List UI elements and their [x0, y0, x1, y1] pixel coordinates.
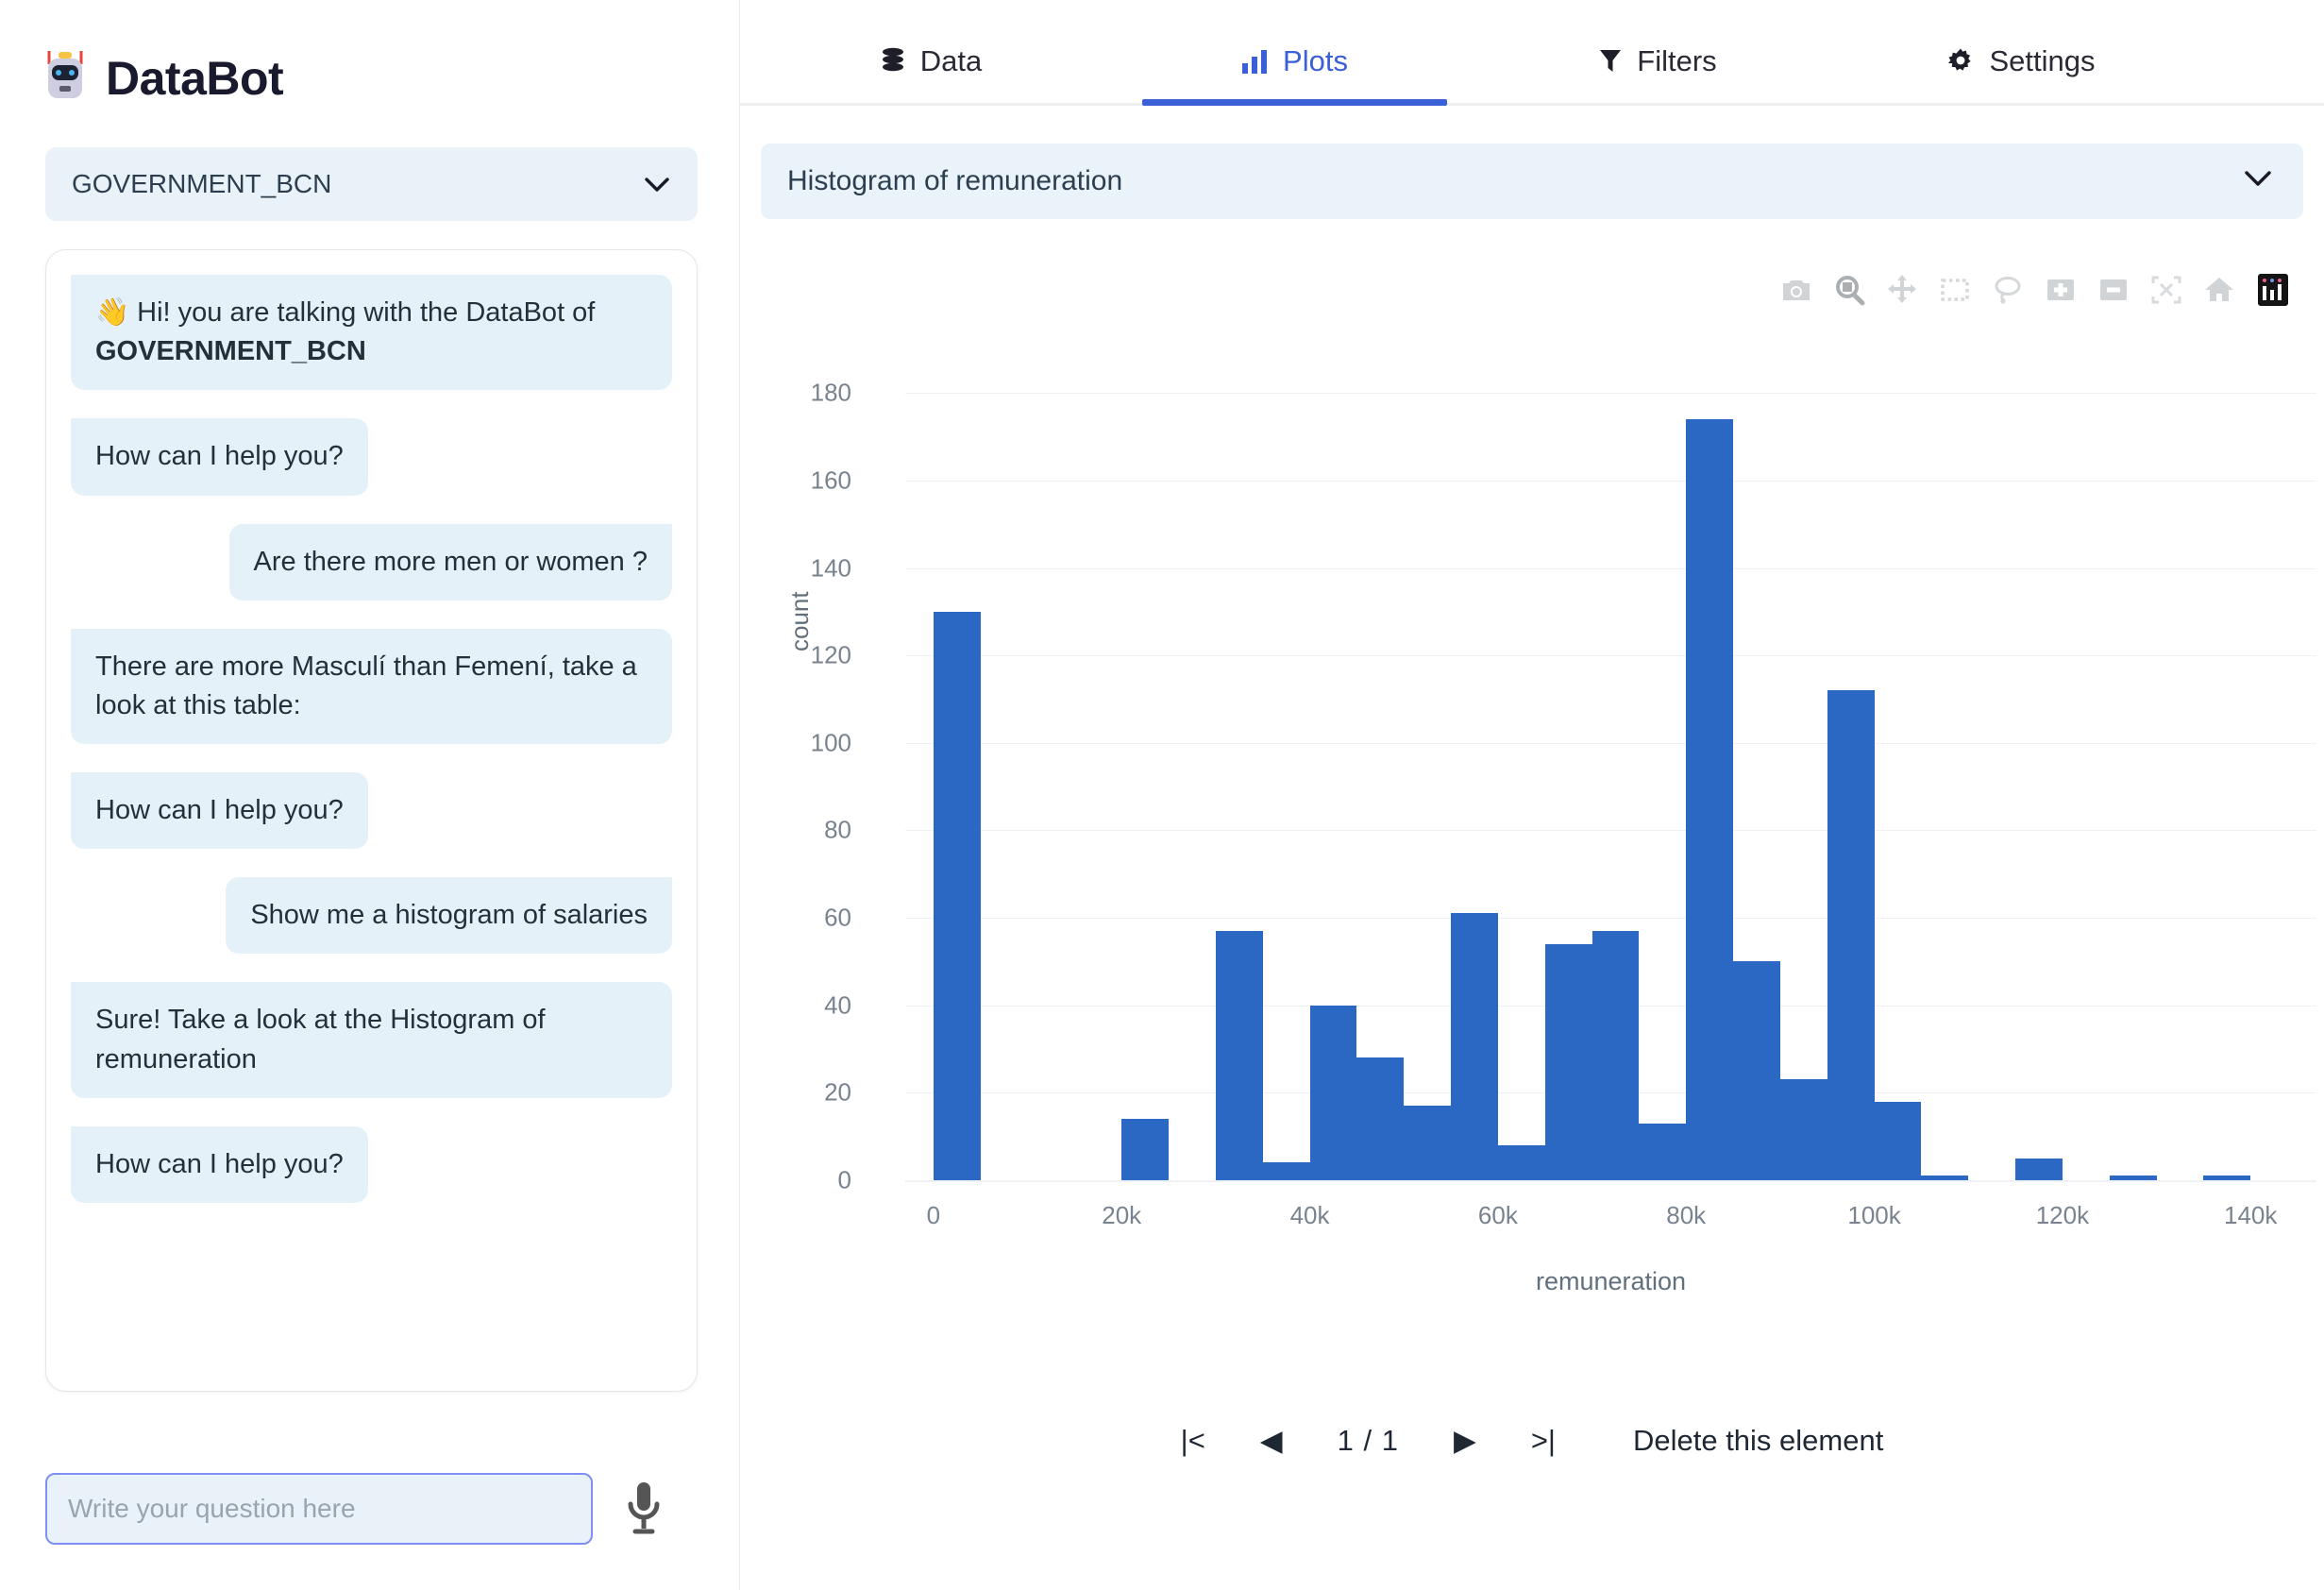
tab-bar: Data Plots Filters Settings [740, 0, 2324, 106]
histogram-bar[interactable] [1874, 1101, 1922, 1180]
histogram-bar[interactable] [1451, 913, 1498, 1180]
x-tick-label: 100k [1847, 1201, 1901, 1229]
delete-element-button[interactable]: Delete this element [1633, 1424, 1883, 1458]
chat-bubble-bot: 👋 Hi! you are talking with the DataBot o… [71, 275, 672, 391]
last-page-button[interactable]: >| [1531, 1424, 1556, 1458]
chat-bubble-user: Show me a histogram of salaries [226, 877, 672, 955]
chat-message: How can I help you? [71, 772, 672, 850]
histogram-bar[interactable] [1215, 931, 1263, 1180]
chat-input[interactable] [45, 1473, 593, 1545]
chevron-down-icon [645, 172, 669, 196]
histogram-bars [797, 312, 2316, 1180]
chat-composer [45, 1473, 665, 1545]
chat-bubble-bot: How can I help you? [71, 418, 368, 496]
histogram-bar[interactable] [1733, 961, 1780, 1180]
chat-panel: 👋 Hi! you are talking with the DataBot o… [45, 249, 698, 1392]
x-tick-label: 40k [1289, 1201, 1330, 1229]
histogram-bar[interactable] [1121, 1119, 1170, 1180]
tab-label: Plots [1283, 44, 1348, 77]
histogram-bar[interactable] [933, 611, 981, 1180]
x-tick-label: 0 [926, 1201, 941, 1229]
histogram-bar[interactable] [1779, 1079, 1827, 1180]
histogram-bar[interactable] [1404, 1106, 1452, 1180]
plot-pager: |< ◀ 1 / 1 ▶ >| Delete this element [740, 1424, 2324, 1458]
chat-message: 👋 Hi! you are talking with the DataBot o… [71, 275, 672, 391]
first-page-button[interactable]: |< [1181, 1424, 1205, 1458]
chat-message: Are there more men or women ? [71, 523, 672, 600]
reset-axes-home-icon[interactable] [2203, 274, 2235, 306]
chat-bubble-bot: How can I help you? [71, 772, 368, 850]
database-select[interactable]: GOVERNMENT_BCN [45, 147, 698, 221]
histogram-bar[interactable] [1497, 1144, 1545, 1180]
chevron-down-icon [2245, 171, 2271, 192]
histogram-bar[interactable] [1309, 1005, 1357, 1180]
histogram-bar[interactable] [1262, 1162, 1310, 1180]
chat-bubble-bot: Sure! Take a look at the Histogram of re… [71, 982, 672, 1098]
zoom-in-icon[interactable] [2045, 274, 2077, 306]
box-select-icon[interactable] [1939, 274, 1971, 306]
brand-header: DataBot [0, 0, 739, 108]
plot-modebar [1780, 274, 2290, 306]
chat-text: 👋 Hi! you are talking with the DataBot o… [95, 297, 596, 328]
histogram-bar[interactable] [1356, 1057, 1405, 1180]
tab-data[interactable]: Data [749, 44, 1113, 103]
x-tick-label: 140k [2224, 1201, 2278, 1229]
next-page-button[interactable]: ▶ [1454, 1424, 1476, 1458]
prev-page-button[interactable]: ◀ [1260, 1424, 1283, 1458]
x-axis-line [905, 1180, 2316, 1182]
zoom-icon[interactable] [1833, 274, 1865, 306]
histogram-bar[interactable] [1544, 943, 1592, 1180]
x-tick-label: 120k [2035, 1201, 2090, 1229]
tab-plots[interactable]: Plots [1113, 44, 1476, 106]
pan-icon[interactable] [1886, 274, 1918, 306]
tab-settings[interactable]: Settings [1840, 44, 2203, 103]
histogram-bar[interactable] [1686, 419, 1734, 1180]
chat-message: Sure! Take a look at the Histogram of re… [71, 982, 672, 1098]
chat-text-bold: GOVERNMENT_BCN [95, 336, 366, 367]
bar-chart-icon [1241, 48, 1268, 75]
chat-bubble-user: Are there more men or women ? [228, 523, 672, 600]
x-tick-label: 20k [1102, 1201, 1142, 1229]
plot-select-value: Histogram of remuneration [787, 165, 1123, 196]
tab-label: Data [919, 44, 983, 77]
database-icon [881, 47, 905, 76]
gear-icon [1947, 48, 1974, 75]
plot-container[interactable]: count 0 20 40 60 80 100 120 140 160 180 0 20k 40k 60… [740, 312, 2324, 1312]
histogram-bar[interactable] [1591, 931, 1640, 1180]
x-tick-label: 80k [1666, 1201, 1707, 1229]
autoscale-icon[interactable] [2150, 274, 2182, 306]
funnel-icon [1599, 48, 1622, 75]
robot-icon [42, 49, 89, 108]
chat-bubble-bot: How can I help you? [71, 1125, 368, 1203]
database-select-value: GOVERNMENT_BCN [72, 169, 332, 198]
tab-label: Settings [1989, 44, 2096, 77]
x-axis-label: remuneration [1535, 1267, 1687, 1295]
zoom-out-icon[interactable] [2097, 274, 2130, 306]
tab-label: Filters [1637, 44, 1717, 77]
microphone-icon[interactable] [623, 1480, 665, 1538]
x-tick-label: 60k [1477, 1201, 1518, 1229]
histogram-chart: count 0 20 40 60 80 100 120 140 160 180 0 20k 40k 60… [785, 312, 2316, 1295]
chat-message: There are more Masculí than Femení, take… [71, 628, 672, 745]
plot-select[interactable]: Histogram of remuneration [761, 144, 2303, 219]
tab-filters[interactable]: Filters [1476, 44, 1840, 103]
histogram-bar[interactable] [2015, 1158, 2063, 1180]
camera-icon[interactable] [1780, 274, 1812, 306]
chat-message: Show me a histogram of salaries [71, 877, 672, 955]
main-content: Data Plots Filters Settings Histogram of… [740, 0, 2324, 1590]
databot-app: DataBot GOVERNMENT_BCN 👋 Hi! you are tal… [0, 0, 2324, 1590]
sidebar: DataBot GOVERNMENT_BCN 👋 Hi! you are tal… [0, 0, 740, 1590]
histogram-bar[interactable] [1639, 1123, 1687, 1180]
histogram-bar[interactable] [1827, 690, 1875, 1180]
chat-message: How can I help you? [71, 418, 672, 496]
lasso-select-icon[interactable] [1992, 274, 2024, 306]
chat-message: How can I help you? [71, 1125, 672, 1203]
plotly-logo-icon[interactable] [2256, 274, 2290, 306]
chat-bubble-bot: There are more Masculí than Femení, take… [71, 628, 672, 745]
page-indicator: 1 / 1 [1337, 1424, 1399, 1457]
app-title: DataBot [106, 52, 284, 105]
